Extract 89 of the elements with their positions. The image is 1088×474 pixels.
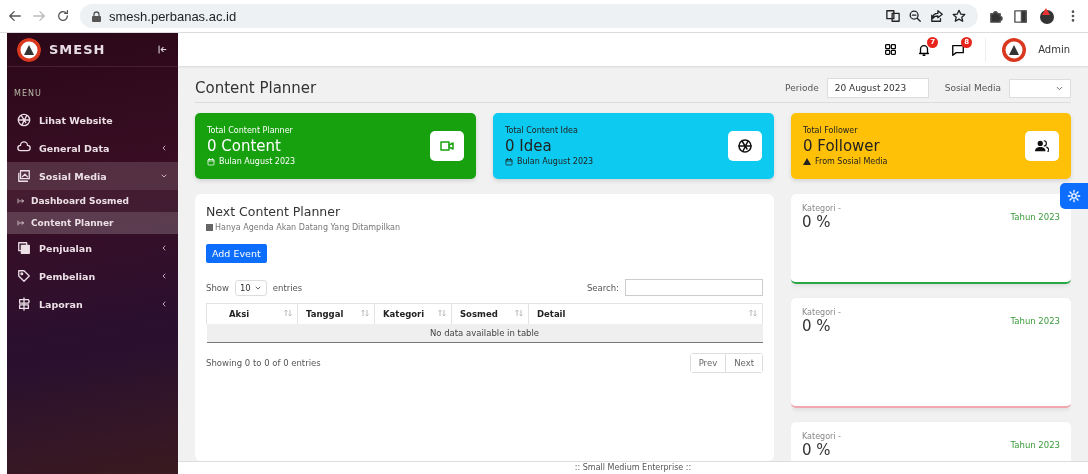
share-icon: [930, 9, 944, 23]
image-icon: [17, 169, 31, 183]
brand-name: SMESH: [49, 42, 106, 57]
sort-icon: [361, 309, 369, 317]
side-panel-icon: [1013, 8, 1028, 24]
table-info: Showing 0 to 0 of 0 entries: [206, 358, 321, 368]
sort-icon: [438, 309, 446, 317]
year-label: Tahun 2023: [1010, 316, 1060, 328]
sidebar-item[interactable]: Penjualan: [7, 234, 178, 262]
aperture-icon: [17, 113, 31, 127]
zoom-out-icon: [908, 9, 922, 23]
sort-icon: [749, 309, 757, 317]
add-event-button[interactable]: Add Event: [206, 244, 267, 263]
chevron-down-icon: [160, 172, 168, 180]
sidebar-item[interactable]: General Data: [7, 134, 178, 162]
avatar-icon[interactable]: [1038, 7, 1056, 25]
url-text: smesh.perbanas.ac.id: [109, 8, 237, 24]
year-label: Tahun 2023: [1010, 212, 1060, 224]
lock-icon: [92, 10, 101, 22]
chevron-left-icon: [160, 300, 168, 308]
stat-value: 0 Follower: [803, 137, 881, 155]
chevron-left-icon: [160, 144, 168, 152]
stat-label: Total Content Idea: [505, 126, 579, 135]
star-icon: [952, 9, 966, 23]
sidebar-item[interactable]: Sosial Media: [7, 162, 178, 190]
stat-caption: Bulan August 2023: [517, 157, 594, 166]
stat-caption: Bulan August 2023: [219, 157, 296, 166]
year-label: Tahun 2023: [1010, 440, 1060, 452]
back-icon: [8, 9, 22, 23]
collapse-icon: [157, 44, 168, 55]
menu-label: MENU: [13, 88, 43, 100]
users-icon: [1035, 139, 1049, 153]
stat-label: Total Follower: [803, 126, 859, 135]
sidebar-item[interactable]: Laporan: [7, 290, 178, 318]
search-label: Search:: [586, 282, 619, 293]
calendar-icon: [207, 157, 215, 166]
social-media-label: Sosial Media: [944, 83, 1001, 93]
stat-caption: From Sosial Media: [815, 157, 888, 166]
card-title: Next Content Planner: [206, 204, 342, 219]
sidebar-item[interactable]: Lihat Website: [7, 106, 178, 134]
signpost-icon: [17, 297, 31, 311]
user-name[interactable]: Admin: [1038, 44, 1070, 55]
copy-icon: [17, 241, 31, 255]
translate-icon: [886, 9, 900, 23]
stat-value: 0 Idea: [505, 137, 553, 155]
submenu-item[interactable]: Dashboard Sosmed: [7, 190, 178, 212]
address-bar[interactable]: smesh.perbanas.ac.id: [80, 4, 978, 28]
sort-icon: [515, 309, 523, 317]
page-size-select[interactable]: 10: [234, 279, 267, 296]
card-subtitle: Hanya Agenda Akan Datang Yang Ditampilkan: [215, 223, 401, 232]
triangle-up-icon: [803, 158, 811, 165]
search-field[interactable]: [625, 279, 763, 296]
apps-icon: [884, 43, 898, 56]
video-camera-icon: [439, 138, 455, 154]
entries-label: entries: [272, 282, 303, 293]
sidebar-item[interactable]: Pembelian: [7, 262, 178, 290]
page-title: Content Planner: [195, 79, 318, 97]
arrow-bar-icon: [17, 197, 25, 205]
category-label: Kategori -: [802, 308, 842, 317]
pagination-button[interactable]: Next: [725, 354, 762, 372]
calendar-icon: [505, 157, 513, 166]
stat-label: Total Content Planner: [207, 126, 294, 135]
avatar-icon[interactable]: [1002, 37, 1027, 62]
tag-icon: [17, 269, 31, 283]
logo-icon: [17, 37, 41, 62]
sort-icon: [284, 309, 292, 317]
category-value: 0 %: [802, 213, 832, 231]
date-field[interactable]: 20 August 2023: [826, 78, 929, 98]
puzzle-icon: [988, 8, 1003, 24]
footer-text: :: Small Medium Enterprise ::: [178, 461, 1088, 474]
calendar-icon: [206, 224, 213, 231]
category-value: 0 %: [802, 441, 832, 459]
arrow-bar-icon: [17, 219, 25, 227]
category-label: Kategori -: [802, 204, 842, 213]
submenu-item[interactable]: Content Planner: [7, 212, 178, 234]
category-label: Kategori -: [802, 432, 842, 441]
chat-icon: [951, 42, 966, 57]
aperture-icon: [737, 138, 753, 154]
chevron-left-icon: [160, 244, 168, 252]
empty-message: No data available in table: [206, 324, 763, 343]
bell-icon: [917, 42, 932, 57]
chevron-left-icon: [160, 272, 168, 280]
settings-icon[interactable]: [1060, 183, 1088, 209]
category-value: 0 %: [802, 317, 832, 335]
reload-icon: [56, 9, 70, 23]
forward-icon: [32, 9, 46, 23]
stat-value: 0 Content: [207, 137, 282, 155]
period-label: Periode: [785, 83, 819, 93]
show-label: Show: [206, 282, 229, 293]
